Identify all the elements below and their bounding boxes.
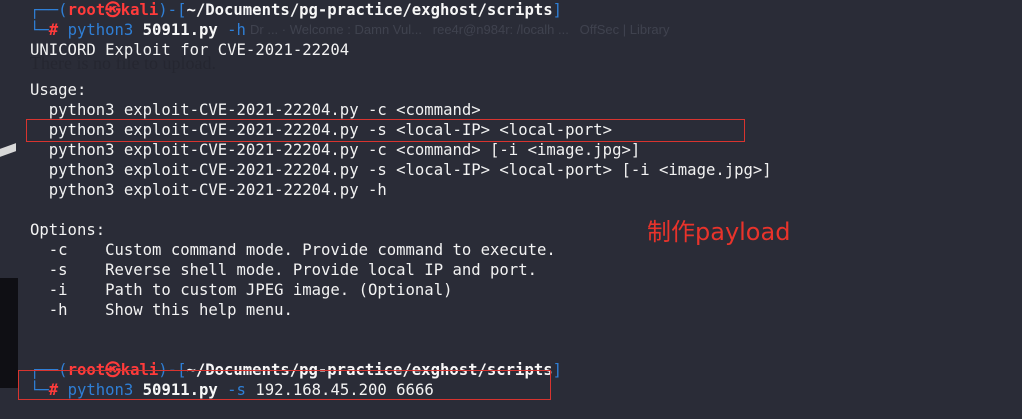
edge-artifact-dark <box>0 278 18 388</box>
prompt-close: ] <box>552 1 563 19</box>
prompt-1-command: └─# python3 50911.py -h <box>30 20 246 40</box>
edge-artifact-light <box>0 143 16 157</box>
highlight-box-usage <box>26 119 745 142</box>
usage-line: python3 exploit-CVE-2021-22204.py -s <lo… <box>30 161 772 179</box>
usage-header: Usage: <box>30 81 87 99</box>
command-file: 50911.py <box>142 21 218 39</box>
usage-line: python3 exploit-CVE-2021-22204.py -c <co… <box>30 101 481 119</box>
prompt-hash: # <box>48 21 59 39</box>
terminal-window[interactable]: Dr ... · Welcome : Damn Vul... ree4r@n98… <box>0 0 1022 419</box>
skull-icon: ㉿ <box>105 1 121 19</box>
prompt-1-header: ┌──(root㉿kali)-[~/Documents/pg-practice/… <box>30 0 562 20</box>
annotation-note: 制作payload <box>647 218 791 246</box>
option-line: -s Reverse shell mode. Provide local IP … <box>30 261 537 279</box>
prompt-corner-bottom: └─ <box>30 21 49 39</box>
prompt-host: kali <box>120 1 159 19</box>
prompt-close: ] <box>552 361 563 379</box>
prompt-sep: )-[ <box>158 1 187 19</box>
usage-line: python3 exploit-CVE-2021-22204.py -c <co… <box>30 141 641 159</box>
output-title: UNICORD Exploit for CVE-2021-22204 <box>30 41 350 59</box>
command-name: python3 <box>67 21 134 39</box>
option-line: -h Show this help menu. <box>30 301 293 319</box>
command-args: -h <box>227 21 246 39</box>
prompt-user: root <box>67 1 106 19</box>
usage-line: python3 exploit-CVE-2021-22204.py -h <box>30 181 387 199</box>
options-header: Options: <box>30 221 106 239</box>
option-line: -c Custom command mode. Provide command … <box>30 241 556 259</box>
ghost-tab-strip: Dr ... · Welcome : Damn Vul... ree4r@n98… <box>250 22 670 37</box>
option-line: -i Path to custom JPEG image. (Optional) <box>30 281 453 299</box>
prompt-path: ~/Documents/pg-practice/exghost/scripts <box>186 1 553 19</box>
prompt-corner-top: ┌──( <box>30 1 68 19</box>
highlight-box-command <box>18 370 551 400</box>
